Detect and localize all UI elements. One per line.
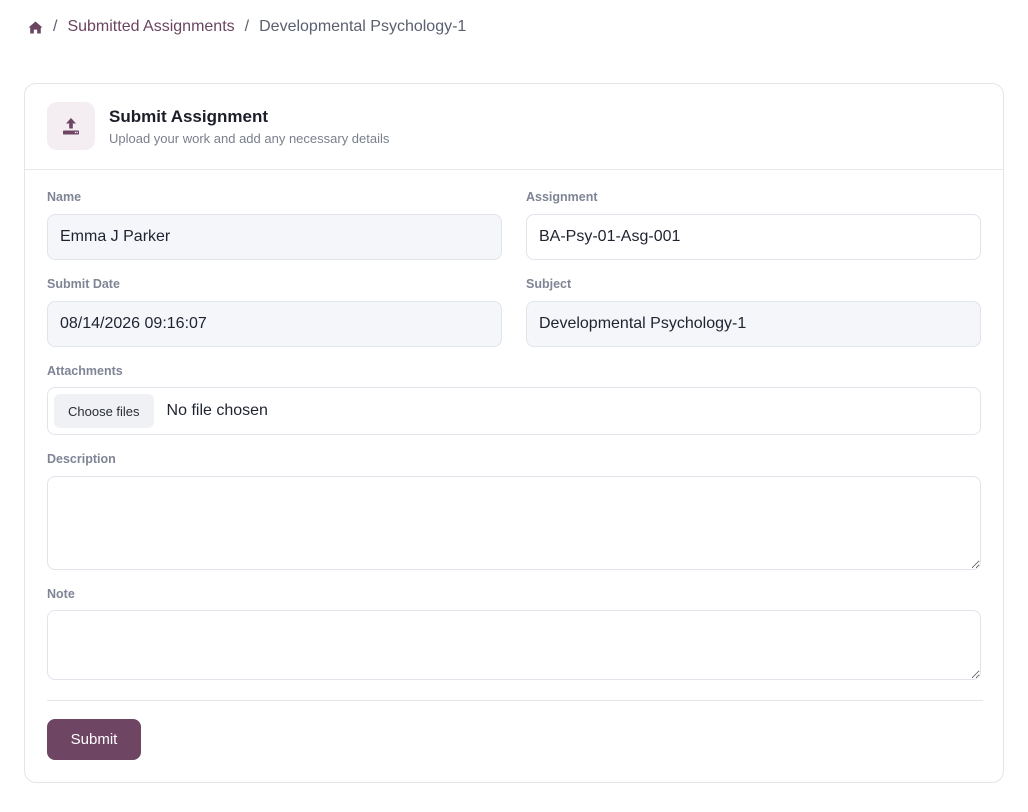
file-status-text: No file chosen <box>166 402 268 419</box>
card-title: Submit Assignment <box>109 107 268 126</box>
subject-field[interactable] <box>526 301 981 347</box>
submit-date-label: Submit Date <box>47 277 120 291</box>
upload-icon <box>47 102 95 150</box>
subject-label: Subject <box>526 277 572 291</box>
breadcrumb-separator: / <box>53 18 58 35</box>
breadcrumb-current-page: Developmental Psychology-1 <box>259 18 467 35</box>
breadcrumb-link-submitted-assignments[interactable]: Submitted Assignments <box>67 18 234 36</box>
card-header: Submit Assignment Upload your work and a… <box>25 84 1003 170</box>
card-subtitle: Upload your work and add any necessary d… <box>109 131 390 146</box>
submit-button[interactable]: Submit <box>47 719 141 760</box>
submit-assignment-card: Submit Assignment Upload your work and a… <box>24 83 1004 783</box>
assignment-label: Assignment <box>526 190 598 204</box>
attachments-label: Attachments <box>47 364 123 378</box>
submit-date-field[interactable] <box>47 301 502 347</box>
assignment-field[interactable] <box>526 214 981 260</box>
name-label: Name <box>47 190 82 204</box>
form-divider <box>47 700 983 701</box>
note-textarea[interactable] <box>47 610 981 680</box>
breadcrumb-separator: / <box>244 18 250 35</box>
note-label: Note <box>47 587 75 601</box>
choose-files-button[interactable]: Choose files <box>54 394 154 428</box>
description-label: Description <box>47 452 116 466</box>
attachments-file-input[interactable]: Choose files No file chosen <box>47 387 981 435</box>
home-icon[interactable] <box>27 19 43 35</box>
name-field[interactable] <box>47 214 502 260</box>
breadcrumb: / Submitted Assignments / Developmental … <box>27 17 466 37</box>
description-textarea[interactable] <box>47 476 981 570</box>
